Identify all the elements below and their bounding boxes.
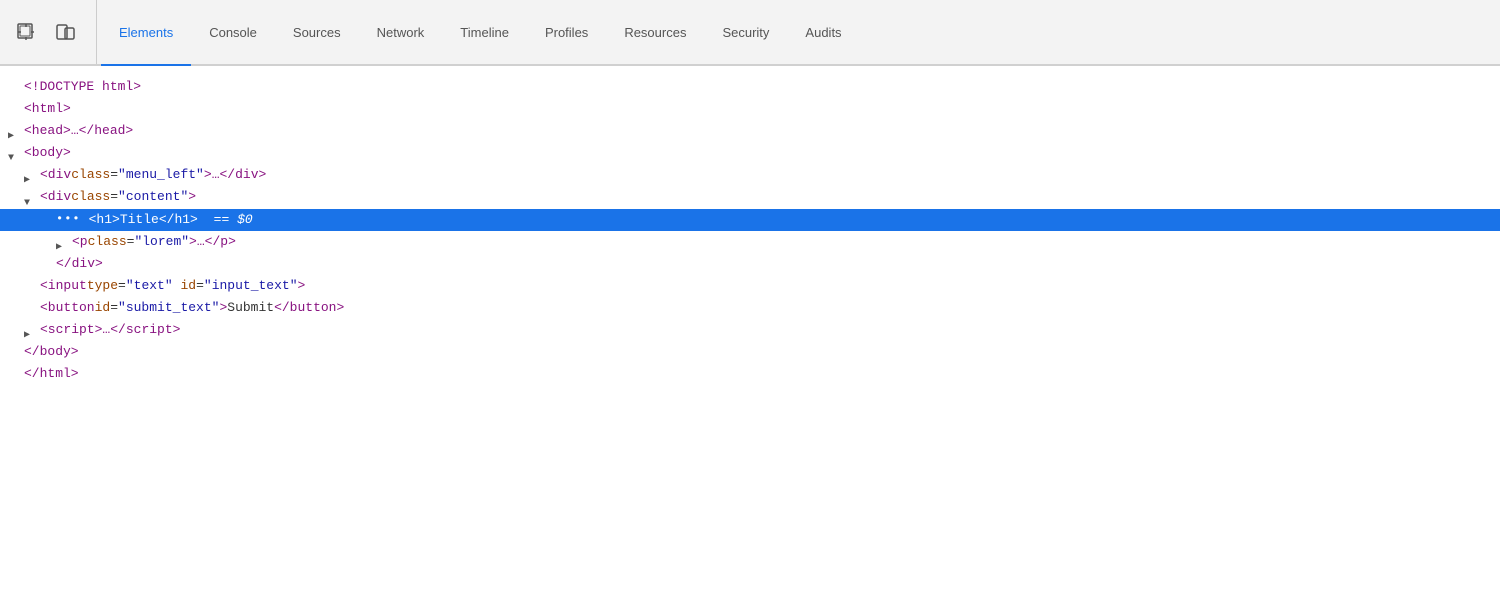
inspect-element-button[interactable]	[8, 14, 44, 50]
dollar-zero-badge: $0	[237, 209, 253, 231]
toolbar-icon-group	[8, 0, 97, 64]
devtools-toolbar: Elements Console Sources Network Timelin…	[0, 0, 1500, 66]
tab-profiles[interactable]: Profiles	[527, 0, 606, 64]
collapsed-dots: •••	[56, 209, 81, 229]
code-line-body-open[interactable]: <body>	[0, 142, 1500, 164]
code-line-html-close: </html>	[0, 363, 1500, 385]
code-line-div-close: </div>	[0, 253, 1500, 275]
tab-security[interactable]: Security	[704, 0, 787, 64]
tab-console[interactable]: Console	[191, 0, 275, 64]
tab-network[interactable]: Network	[359, 0, 443, 64]
tab-sources[interactable]: Sources	[275, 0, 359, 64]
code-line-html-open: <html>	[0, 98, 1500, 120]
triangle-p-lorem[interactable]	[56, 235, 70, 249]
code-line-p-lorem[interactable]: <p class = "lorem" > … </p>	[0, 231, 1500, 253]
triangle-div-menu[interactable]	[24, 168, 38, 182]
code-line-input: <input type = "text" id = "input_text" >	[0, 275, 1500, 297]
tab-resources[interactable]: Resources	[606, 0, 704, 64]
code-line-h1[interactable]: ••• <h1> Title </h1> == $0	[0, 209, 1500, 231]
code-line-div-menu[interactable]: <div class = "menu_left" > … </div>	[0, 164, 1500, 186]
device-toolbar-button[interactable]	[48, 14, 84, 50]
tab-timeline[interactable]: Timeline	[442, 0, 527, 64]
elements-panel[interactable]: <!DOCTYPE html> <html> <head> … </head> …	[0, 66, 1500, 612]
triangle-head[interactable]	[8, 124, 22, 138]
devtools-tabs: Elements Console Sources Network Timelin…	[101, 0, 1492, 64]
code-line-button: <button id = "submit_text" > Submit </bu…	[0, 297, 1500, 319]
triangle-script[interactable]	[24, 323, 38, 337]
code-line-body-close: </body>	[0, 341, 1500, 363]
code-line-div-content[interactable]: <div class = "content" >	[0, 186, 1500, 208]
tab-audits[interactable]: Audits	[787, 0, 859, 64]
code-line-head[interactable]: <head> … </head>	[0, 120, 1500, 142]
triangle-body[interactable]	[8, 146, 22, 160]
code-line-doctype: <!DOCTYPE html>	[0, 76, 1500, 98]
code-line-script[interactable]: <script> … </script>	[0, 319, 1500, 341]
triangle-div-content[interactable]	[24, 191, 38, 205]
tab-elements[interactable]: Elements	[101, 0, 191, 64]
